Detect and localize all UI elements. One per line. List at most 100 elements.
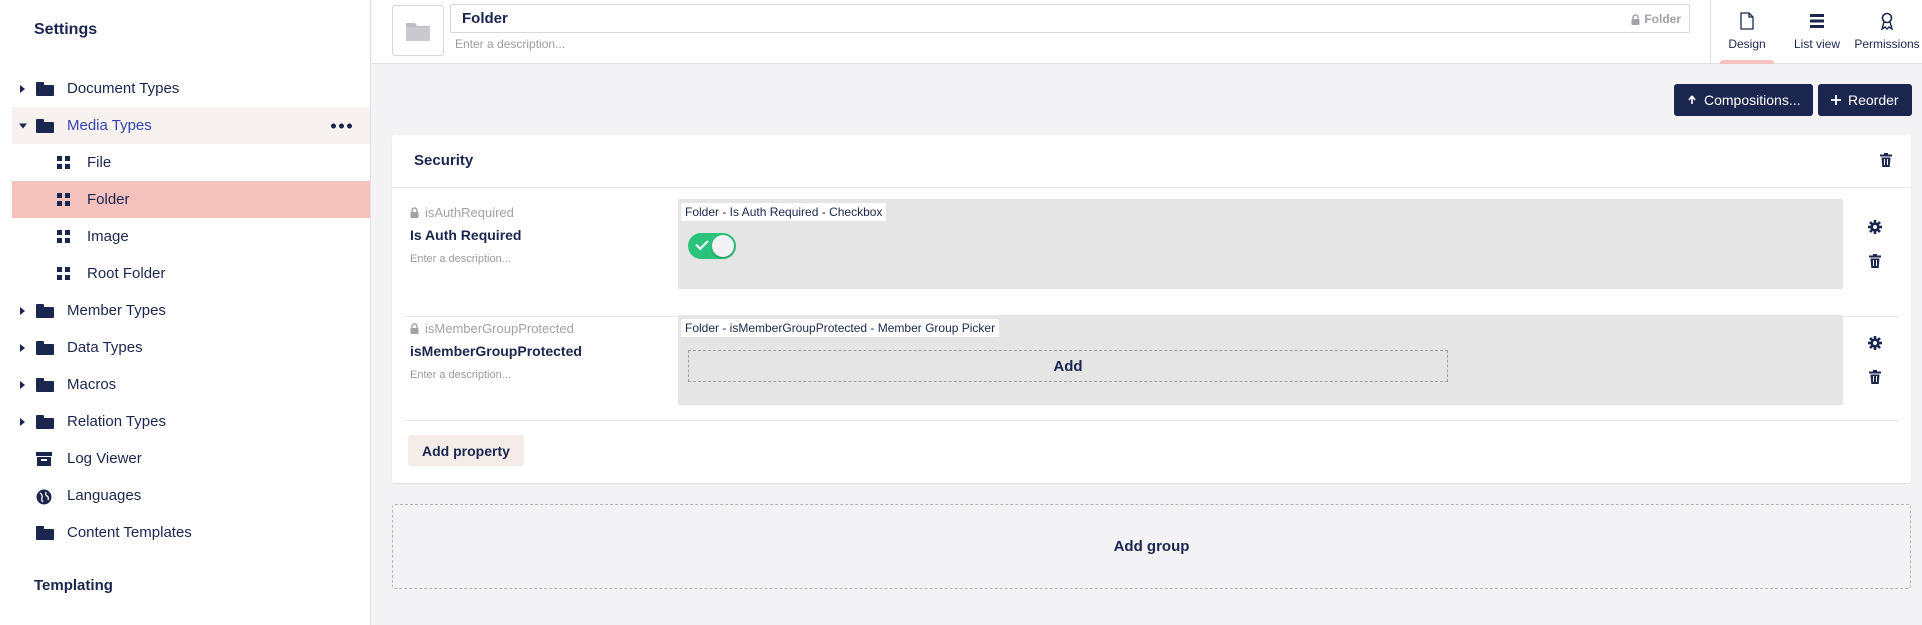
sidebar-item-data-types[interactable]: Data Types bbox=[12, 329, 370, 366]
add-group-button[interactable]: Add group bbox=[392, 504, 1911, 589]
sidebar-item-label: Macros bbox=[67, 376, 117, 393]
sidebar: Settings Document Types Media Types File… bbox=[0, 0, 371, 625]
delete-group-icon[interactable] bbox=[1880, 153, 1892, 167]
property-description[interactable]: Enter a description... bbox=[410, 253, 511, 265]
grid-icon bbox=[57, 229, 71, 244]
sidebar-item-macros[interactable]: Macros bbox=[12, 366, 370, 403]
globe-icon bbox=[36, 489, 54, 504]
grid-icon bbox=[57, 266, 71, 281]
sidebar-item-label: Languages bbox=[67, 487, 142, 504]
alias-value: Folder bbox=[1644, 12, 1681, 26]
sidebar-item-label: Folder bbox=[87, 191, 130, 208]
sidebar-item-relation-types[interactable]: Relation Types bbox=[12, 403, 370, 440]
header-tabs: Design List view Permissions bbox=[1712, 0, 1922, 64]
archive-icon bbox=[36, 451, 54, 466]
property-name[interactable]: isMemberGroupProtected bbox=[410, 343, 582, 359]
alias-field[interactable]: Folder bbox=[1631, 12, 1681, 26]
sidebar-item-document-types[interactable]: Document Types bbox=[12, 70, 370, 107]
sidebar-item-label: Log Viewer bbox=[67, 450, 142, 467]
delete-property-icon[interactable] bbox=[1869, 254, 1881, 268]
gear-icon[interactable] bbox=[1868, 336, 1882, 350]
sidebar-section-templating[interactable]: Templating bbox=[34, 577, 113, 594]
property-row: isAuthRequired Is Auth Required Enter a … bbox=[392, 199, 1911, 305]
property-editor-preview[interactable]: Folder - Is Auth Required - Checkbox bbox=[678, 199, 1843, 289]
sidebar-item-label: Member Types bbox=[67, 302, 166, 319]
tab-label: Permissions bbox=[1854, 37, 1920, 51]
property-description[interactable]: Enter a description... bbox=[410, 369, 511, 381]
sidebar-item-image[interactable]: Image bbox=[12, 218, 370, 255]
sidebar-item-languages[interactable]: Languages bbox=[12, 477, 370, 514]
row-divider bbox=[404, 420, 1899, 421]
check-icon bbox=[695, 236, 709, 251]
list-icon bbox=[1810, 11, 1824, 31]
more-options-icon[interactable] bbox=[331, 123, 352, 128]
compositions-button[interactable]: Compositions... bbox=[1674, 84, 1814, 116]
sidebar-item-member-types[interactable]: Member Types bbox=[12, 292, 370, 329]
lock-icon bbox=[1631, 13, 1640, 25]
editor-tag: Folder - Is Auth Required - Checkbox bbox=[681, 203, 887, 221]
property-name[interactable]: Is Auth Required bbox=[410, 227, 522, 243]
caret-right-icon[interactable] bbox=[20, 380, 25, 389]
folder-icon bbox=[36, 340, 54, 355]
tab-permissions[interactable]: Permissions bbox=[1852, 0, 1922, 64]
lock-icon bbox=[410, 207, 419, 218]
caret-right-icon[interactable] bbox=[20, 84, 25, 93]
group-card: Security isAuthRequired Is Auth Required… bbox=[392, 135, 1911, 483]
sidebar-item-label: Data Types bbox=[67, 339, 143, 356]
sidebar-item-label: Relation Types bbox=[67, 413, 166, 430]
grid-icon bbox=[57, 192, 71, 207]
sidebar-item-content-templates[interactable]: Content Templates bbox=[12, 514, 370, 551]
compositions-label: Compositions... bbox=[1704, 92, 1801, 108]
sidebar-item-root-folder[interactable]: Root Folder bbox=[12, 255, 370, 292]
document-icon bbox=[1740, 11, 1754, 31]
caret-right-icon[interactable] bbox=[20, 343, 25, 352]
move-icon bbox=[1831, 95, 1841, 105]
icon-picker-button[interactable] bbox=[392, 5, 444, 56]
folder-icon bbox=[36, 81, 54, 96]
gear-icon[interactable] bbox=[1868, 220, 1882, 234]
tab-label: Design bbox=[1728, 37, 1766, 51]
sidebar-item-label: Media Types bbox=[67, 117, 152, 134]
sidebar-item-label: Root Folder bbox=[87, 265, 166, 282]
sidebar-item-folder[interactable]: Folder bbox=[12, 181, 370, 218]
grid-icon bbox=[57, 155, 71, 170]
name-input[interactable]: Folder Folder bbox=[450, 4, 1690, 33]
toggle-switch[interactable] bbox=[688, 233, 736, 259]
property-alias-text: isAuthRequired bbox=[425, 205, 514, 220]
sidebar-item-media-types[interactable]: Media Types bbox=[12, 107, 370, 144]
caret-right-icon[interactable] bbox=[20, 417, 25, 426]
property-editor-preview[interactable]: Folder - isMemberGroupProtected - Member… bbox=[678, 315, 1843, 405]
header-divider bbox=[1710, 0, 1711, 64]
property-alias[interactable]: isMemberGroupProtected bbox=[410, 321, 574, 336]
sidebar-item-log-viewer[interactable]: Log Viewer bbox=[12, 440, 370, 477]
group-divider bbox=[392, 187, 1911, 188]
editor-tag: Folder - isMemberGroupProtected - Member… bbox=[681, 319, 1000, 337]
add-member-group-button[interactable]: Add bbox=[688, 350, 1448, 382]
reorder-button[interactable]: Reorder bbox=[1818, 84, 1912, 116]
property-row: isMemberGroupProtected isMemberGroupProt… bbox=[392, 315, 1911, 421]
sidebar-item-label: Document Types bbox=[67, 80, 180, 97]
delete-property-icon[interactable] bbox=[1869, 370, 1881, 384]
folder-icon bbox=[406, 22, 430, 41]
tab-design[interactable]: Design bbox=[1712, 0, 1782, 64]
sidebar-item-label: Image bbox=[87, 228, 129, 245]
folder-icon bbox=[36, 377, 54, 392]
sidebar-item-file[interactable]: File bbox=[12, 144, 370, 181]
folder-icon bbox=[36, 118, 54, 133]
sidebar-item-label: File bbox=[87, 154, 112, 171]
merge-icon bbox=[1688, 95, 1696, 104]
folder-icon bbox=[36, 525, 54, 540]
sidebar-tree: Document Types Media Types File Folder I… bbox=[12, 70, 370, 551]
group-title[interactable]: Security bbox=[414, 152, 473, 169]
add-property-button[interactable]: Add property bbox=[408, 435, 524, 466]
tab-label: List view bbox=[1793, 37, 1840, 51]
folder-icon bbox=[36, 303, 54, 318]
tab-list-view[interactable]: List view bbox=[1782, 0, 1852, 64]
description-input[interactable]: Enter a description... bbox=[455, 37, 565, 51]
caret-right-icon[interactable] bbox=[20, 306, 25, 315]
reorder-label: Reorder bbox=[1848, 92, 1899, 108]
property-alias[interactable]: isAuthRequired bbox=[410, 205, 514, 220]
permissions-icon bbox=[1880, 11, 1894, 31]
caret-down-icon[interactable] bbox=[19, 123, 27, 128]
sidebar-item-label: Content Templates bbox=[67, 524, 192, 541]
